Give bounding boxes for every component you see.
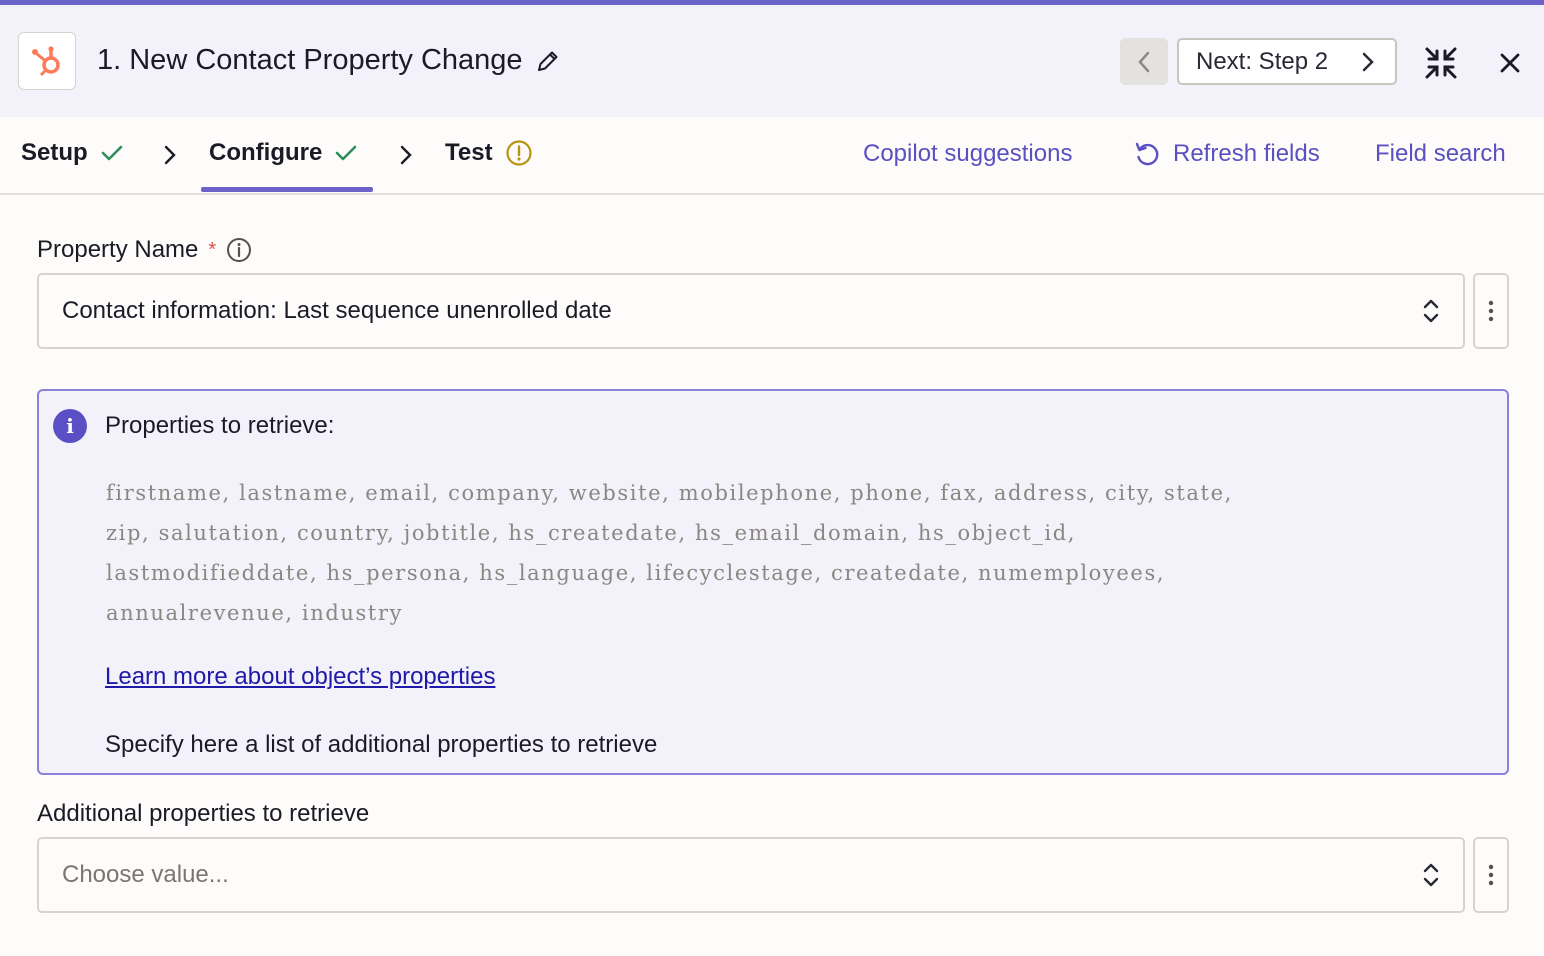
warning-icon — [505, 140, 532, 166]
properties-line: annualrevenue, industry — [106, 601, 404, 625]
additional-properties-label-text: Additional properties to retrieve — [37, 800, 370, 827]
hubspot-logo-icon — [18, 32, 76, 90]
chevron-right-icon — [160, 143, 180, 167]
chevron-right-icon — [396, 143, 416, 167]
tab-configure[interactable]: Configure — [209, 139, 358, 167]
additional-properties-placeholder: Choose value... — [62, 861, 229, 888]
properties-line: zip, salutation, country, jobtitle, hs_c… — [106, 521, 1077, 545]
property-name-label: Property Name * — [37, 236, 252, 264]
info-description: Specify here a list of additional proper… — [105, 731, 658, 758]
properties-line: lastmodifieddate, hs_persona, hs_languag… — [106, 561, 1166, 585]
additional-properties-select[interactable]: Choose value... — [37, 837, 1465, 913]
active-tab-indicator — [201, 187, 373, 192]
property-name-options-button[interactable] — [1473, 273, 1509, 349]
select-updown-icon — [1423, 863, 1439, 887]
chevron-right-icon — [1362, 52, 1374, 71]
refresh-fields-label: Refresh fields — [1173, 140, 1320, 167]
copilot-suggestions-label: Copilot suggestions — [863, 140, 1073, 167]
previous-step-button[interactable] — [1120, 38, 1168, 85]
refresh-icon — [1135, 142, 1159, 166]
tab-configure-label: Configure — [209, 139, 323, 166]
tab-setup-label: Setup — [21, 139, 88, 166]
info-icon: i — [53, 409, 87, 443]
checkmark-icon — [336, 145, 357, 161]
properties-info-panel: i Properties to retrieve: firstname, las… — [37, 389, 1509, 775]
property-name-select[interactable]: Contact information: Last sequence unenr… — [37, 273, 1465, 349]
field-search-label: Field search — [1375, 140, 1506, 167]
additional-properties-options-button[interactable] — [1473, 837, 1509, 913]
learn-more-link[interactable]: Learn more about object’s properties — [105, 663, 495, 691]
info-outline-icon[interactable] — [226, 237, 252, 263]
step-tabs: Setup Configure Test Copilot suggestions… — [0, 117, 1544, 195]
property-name-value: Contact information: Last sequence unenr… — [62, 297, 612, 324]
field-search-link[interactable]: Field search — [1375, 140, 1506, 168]
tab-test-label: Test — [445, 139, 493, 166]
step-title-text: 1. New Contact Property Change — [97, 44, 523, 76]
required-indicator: * — [208, 238, 217, 261]
more-vertical-icon — [1488, 864, 1494, 886]
collapse-button[interactable] — [1421, 43, 1461, 83]
tab-test[interactable]: Test — [445, 139, 533, 167]
checkmark-icon — [101, 145, 122, 161]
more-vertical-icon — [1488, 300, 1494, 322]
step-header: 1. New Contact Property Change Next: Ste… — [0, 5, 1544, 117]
additional-properties-label: Additional properties to retrieve — [37, 800, 369, 828]
tab-setup[interactable]: Setup — [21, 139, 124, 167]
chevron-left-icon — [1138, 51, 1150, 72]
collapse-icon — [1425, 47, 1457, 79]
properties-line: firstname, lastname, email, company, web… — [106, 481, 1233, 505]
properties-list: firstname, lastname, email, company, web… — [106, 473, 1466, 633]
select-updown-icon — [1423, 299, 1439, 323]
info-title: Properties to retrieve: — [105, 412, 335, 439]
next-step-button[interactable]: Next: Step 2 — [1177, 38, 1397, 85]
next-step-label: Next: Step 2 — [1196, 47, 1329, 75]
pencil-icon[interactable] — [535, 48, 561, 74]
copilot-suggestions-link[interactable]: Copilot suggestions — [863, 140, 1072, 168]
close-button[interactable] — [1494, 47, 1526, 79]
refresh-fields-button[interactable]: Refresh fields — [1133, 140, 1320, 168]
close-icon — [1500, 53, 1520, 73]
step-title[interactable]: 1. New Contact Property Change — [97, 44, 561, 77]
property-name-label-text: Property Name — [37, 236, 199, 263]
